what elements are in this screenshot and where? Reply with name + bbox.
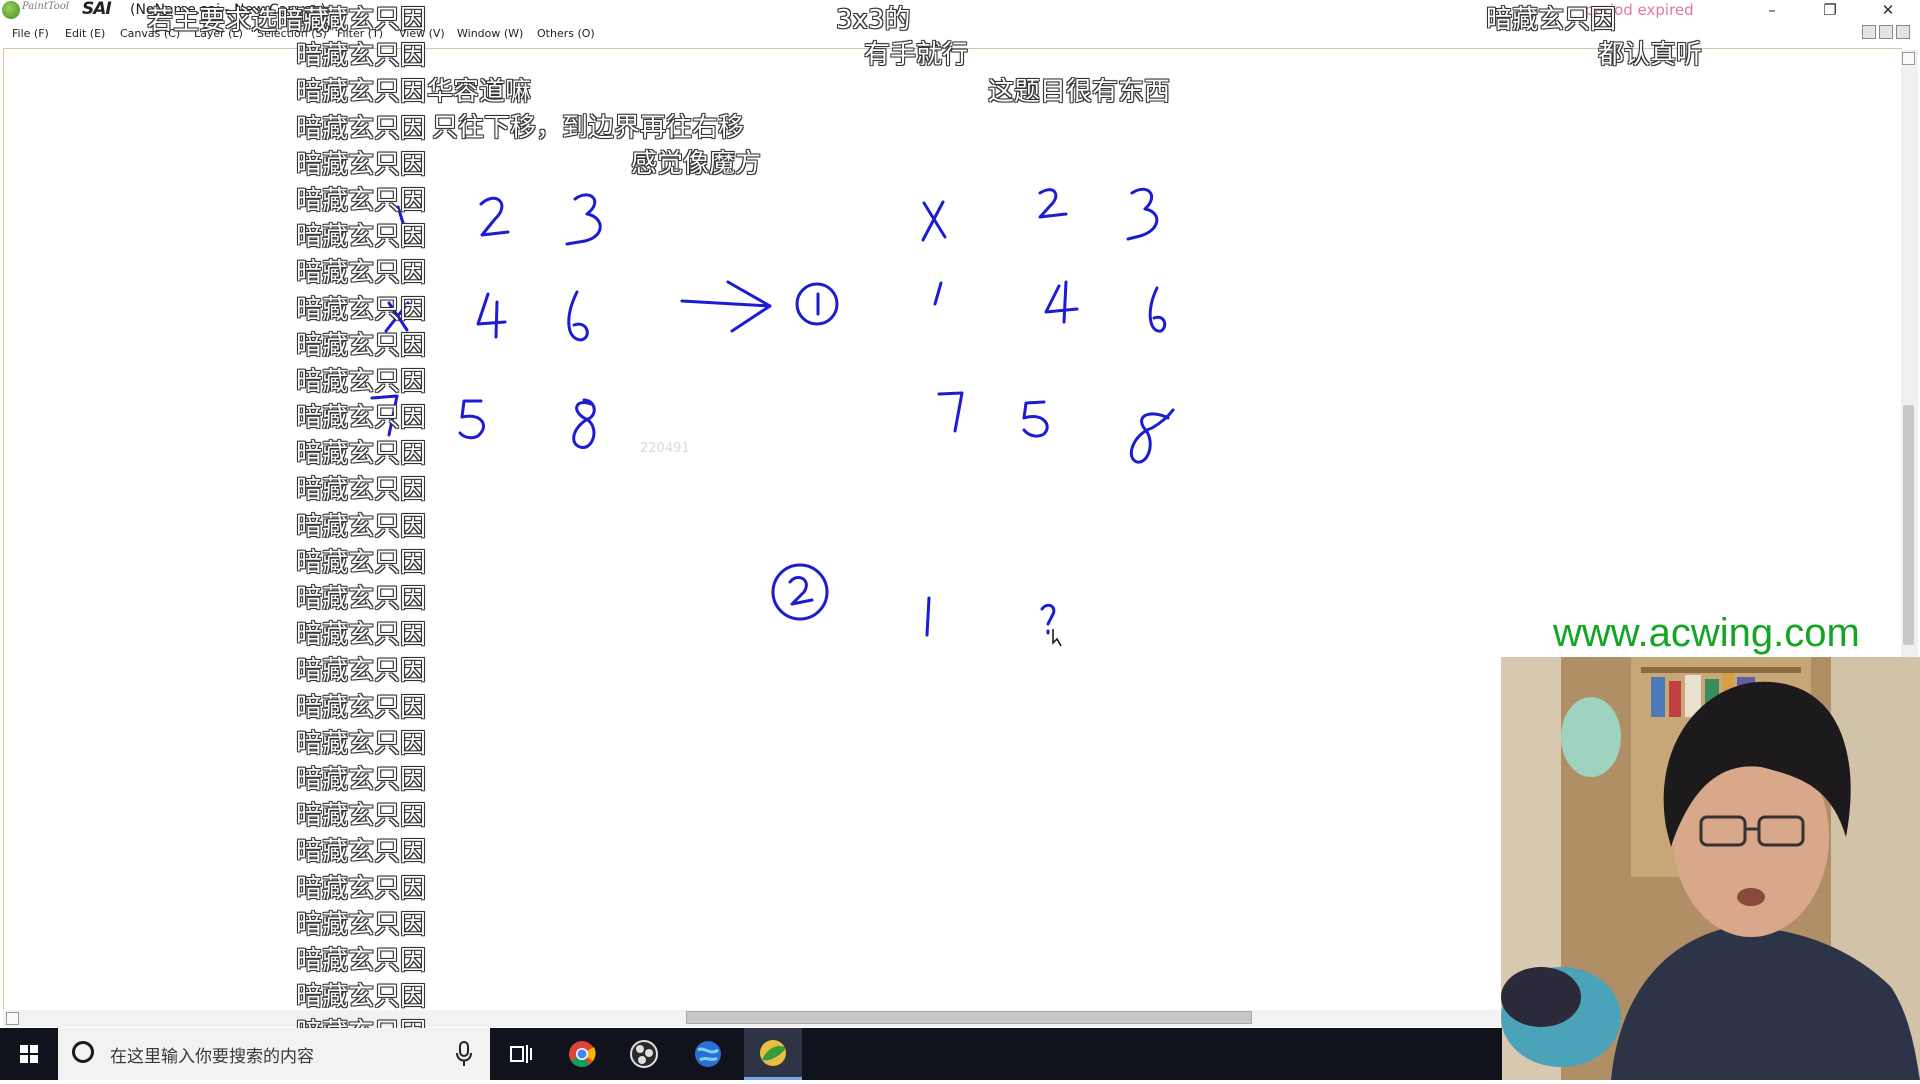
danmaku-repeat: 暗藏玄只因 <box>296 692 427 723</box>
mdi-close-button[interactable] <box>1896 25 1910 39</box>
danmaku-repeat: 暗藏玄只因 <box>296 439 427 470</box>
task-view-icon <box>510 1045 532 1063</box>
stroke-6 <box>567 290 589 342</box>
stroke-4 <box>476 292 507 339</box>
step-2-circle <box>771 563 829 621</box>
scroll-up-button[interactable] <box>1902 52 1915 65</box>
vertical-scroll-thumb[interactable] <box>1903 405 1914 645</box>
close-button[interactable]: ✕ <box>1868 0 1908 22</box>
mdi-minimize-button[interactable] <box>1862 25 1876 39</box>
microphone-icon[interactable] <box>456 1041 472 1067</box>
danmaku-repeat: 暗藏玄只因 <box>296 873 427 904</box>
stroke-r-7 <box>937 391 964 433</box>
webcam-feed <box>1501 657 1920 1080</box>
danmaku-repeat: 暗藏玄只因 <box>296 982 427 1013</box>
taskbar: 在这里输入你要搜索的内容 <box>0 1028 1502 1080</box>
danmaku-line: 暗藏玄只因 <box>1486 5 1617 35</box>
stroke-5 <box>458 399 485 440</box>
danmaku-repeat: 暗藏玄只因 <box>296 149 427 180</box>
webcam-image <box>1501 657 1920 1080</box>
danmaku-repeat: 暗藏玄只因 <box>296 620 427 651</box>
danmaku-repeat: 暗藏玄只因 <box>296 222 427 253</box>
danmaku-line: 华容道嘛 <box>427 77 532 107</box>
search-placeholder: 在这里输入你要搜索的内容 <box>110 1047 314 1067</box>
chrome-icon <box>569 1041 596 1068</box>
danmaku-line: 感觉像魔方 <box>631 149 762 179</box>
danmaku-repeat: 暗藏玄只因 <box>296 330 427 361</box>
stroke-3 <box>565 193 602 246</box>
sai-icon <box>760 1040 786 1066</box>
danmaku-repeat: 暗藏玄只因 <box>296 366 427 397</box>
danmaku-repeat: 暗藏玄只因 <box>296 656 427 687</box>
danmaku-repeat: 暗藏玄只因 <box>296 185 427 216</box>
maximize-button[interactable]: ❐ <box>1810 0 1850 22</box>
danmaku-repeat: 暗藏玄只因 <box>296 294 427 325</box>
stroke-r-x <box>921 200 947 242</box>
danmaku-repeat: 暗藏玄只因 <box>296 511 427 542</box>
mdi-restore-button[interactable] <box>1879 25 1893 39</box>
danmaku-repeat: 暗藏玄只因 <box>296 728 427 759</box>
task-view-button[interactable] <box>494 1028 546 1080</box>
danmaku-repeat: 暗藏玄只因 <box>296 547 427 578</box>
browser-button[interactable] <box>682 1028 734 1080</box>
stroke-r-3 <box>1126 187 1159 241</box>
danmaku-repeat: 暗藏玄只因 <box>296 945 427 976</box>
danmaku-line: 只往下移，到边界再往右移 <box>432 113 745 143</box>
sai-taskbar-button[interactable] <box>744 1028 802 1080</box>
danmaku-line: 3x3的 <box>836 5 911 35</box>
stroke-r-5 <box>1022 400 1049 438</box>
danmaku-repeat: 暗藏玄只因 <box>296 837 427 868</box>
danmaku-repeat: 暗藏玄只因 <box>296 475 427 506</box>
danmaku-repeat: 暗藏玄只因 <box>296 584 427 614</box>
globe-icon <box>695 1041 721 1067</box>
stroke-r-2 <box>1038 188 1068 219</box>
danmaku-repeat: 暗藏玄只因 <box>296 258 427 289</box>
stroke-r-8 <box>1129 408 1175 464</box>
scroll-left-button[interactable] <box>6 1012 19 1025</box>
danmaku-line: 有手就行 <box>864 40 969 70</box>
danmaku-repeat: 暗藏玄只因 <box>296 764 427 795</box>
stroke-s2-1 <box>925 596 931 637</box>
horizontal-scroll-thumb[interactable] <box>686 1011 1252 1024</box>
start-button[interactable] <box>0 1028 58 1080</box>
danmaku-line: 这题目很有东西 <box>988 77 1171 107</box>
stroke-r-6 <box>1148 286 1167 333</box>
obs-icon <box>630 1040 658 1068</box>
danmaku-column: 暗藏玄只因 暗藏玄只因 暗藏玄只因 暗藏玄只因 暗藏玄只因 暗藏玄只因 暗藏玄只因 暗藏玄只因… <box>296 2 456 1051</box>
danmaku-repeat: 暗藏玄只因 <box>296 403 427 434</box>
stroke-r-1 <box>933 281 943 306</box>
obs-button[interactable] <box>618 1028 670 1080</box>
danmaku-line: 都认真听 <box>1598 40 1703 70</box>
danmaku-repeat: 暗藏玄只因 <box>296 801 427 832</box>
stroke-2 <box>479 196 510 237</box>
taskbar-search-box[interactable]: 在这里输入你要搜索的内容 <box>58 1028 490 1080</box>
cortana-icon <box>72 1041 94 1063</box>
stroke-r-4 <box>1044 280 1079 324</box>
stroke-s2-question <box>1040 603 1056 635</box>
chrome-button[interactable] <box>556 1028 608 1080</box>
stroke-8 <box>572 398 596 449</box>
arrow-icon <box>680 280 772 333</box>
danmaku-repeat: 暗藏玄只因 <box>296 909 427 940</box>
danmaku-line: 若主要求选暗藏 <box>147 6 330 36</box>
windows-icon <box>20 1045 38 1063</box>
website-label: www.acwing.com <box>1553 611 1860 655</box>
danmaku-repeat: 暗藏玄只因 <box>296 41 427 72</box>
mouse-cursor-icon <box>1052 629 1062 647</box>
minimize-button[interactable]: – <box>1752 0 1792 22</box>
